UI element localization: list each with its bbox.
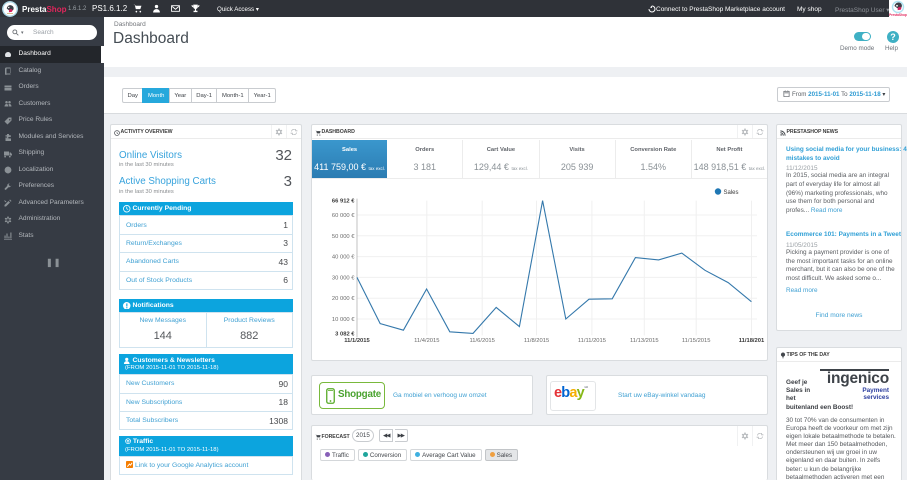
svg-text:11/11/2015: 11/11/2015	[578, 338, 606, 344]
svg-text:Sales: Sales	[724, 190, 739, 196]
svg-text:11/6/2015: 11/6/2015	[470, 338, 495, 344]
svg-text:11/18/201: 11/18/201	[739, 338, 765, 344]
svg-text:11/13/2015: 11/13/2015	[630, 338, 659, 344]
svg-text:11/8/2015: 11/8/2015	[524, 338, 549, 344]
svg-text:11/4/2015: 11/4/2015	[414, 338, 439, 344]
svg-text:10 000 €: 10 000 €	[332, 317, 355, 323]
svg-text:20 000 €: 20 000 €	[332, 296, 355, 302]
svg-text:3 082 €: 3 082 €	[335, 331, 355, 337]
svg-text:40 000 €: 40 000 €	[332, 255, 355, 261]
svg-text:11/1/2015: 11/1/2015	[344, 338, 370, 344]
svg-text:30 000 €: 30 000 €	[332, 275, 355, 281]
svg-text:60 000 €: 60 000 €	[332, 213, 355, 219]
svg-text:50 000 €: 50 000 €	[332, 234, 355, 240]
svg-text:PrestaShop: PrestaShop	[889, 13, 907, 17]
svg-text:11/15/2015: 11/15/2015	[682, 338, 711, 344]
svg-text:66 912 €: 66 912 €	[332, 199, 355, 205]
